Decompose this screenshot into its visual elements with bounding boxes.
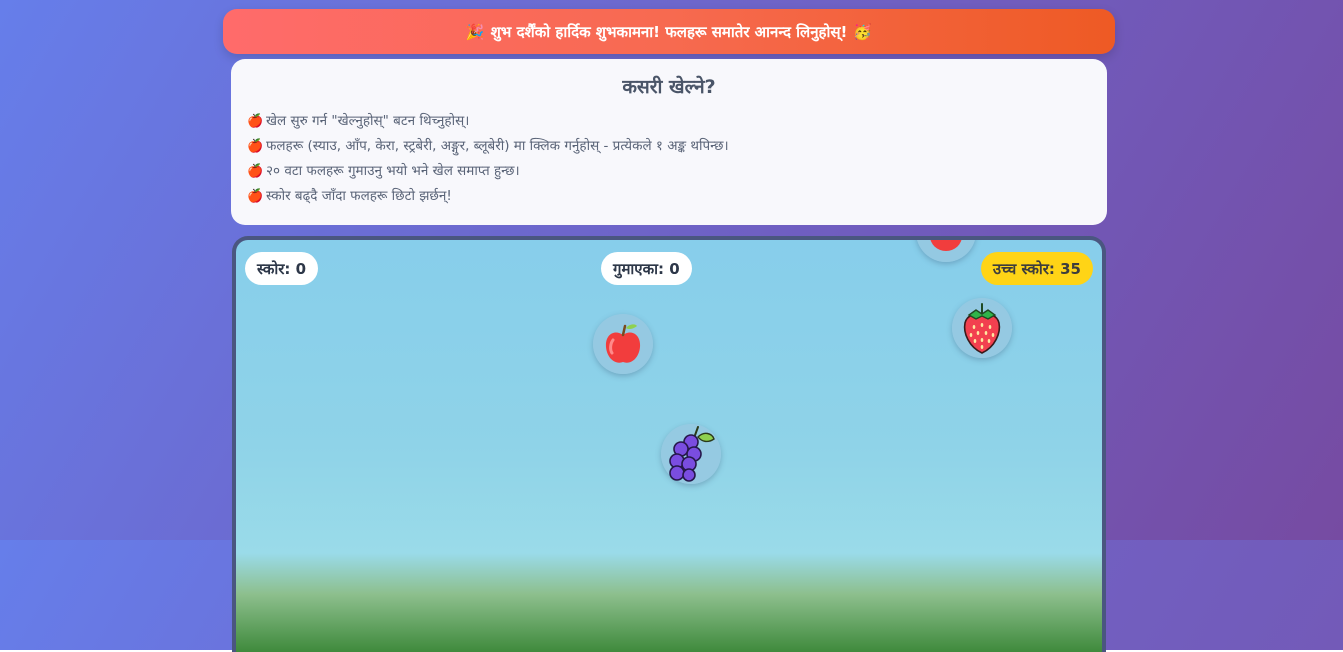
missed-display: गुमाएका: 0 xyxy=(601,252,692,285)
instruction-text: खेल सुरु गर्न "खेल्नुहोस्" बटन थिच्नुहोस… xyxy=(266,113,470,129)
instruction-item: 🍎 फलहरू (स्याउ, आँप, केरा, स्ट्रबेरी, अङ… xyxy=(247,134,1091,159)
falling-fruit[interactable] xyxy=(661,424,721,484)
apple-icon xyxy=(930,240,962,251)
game-area[interactable]: स्कोर: 0 गुमाएका: 0 उच्च स्कोर: 35 xyxy=(232,236,1106,652)
apple-bullet-icon: 🍎 xyxy=(247,164,264,179)
instructions-title: कसरी खेल्ने? xyxy=(622,76,716,98)
instructions-panel: कसरी खेल्ने? 🍎 खेल सुरु गर्न "खेल्नुहोस्… xyxy=(231,59,1107,225)
festival-banner: 🎉 शुभ दर्शैंको हार्दिक शुभकामना! फलहरू स… xyxy=(223,9,1115,54)
party-popper-icon: 🎉 xyxy=(465,22,485,41)
high-score-badge: उच्च स्कोर: 35 xyxy=(980,252,1093,285)
grapes-icon xyxy=(669,426,715,482)
falling-fruit[interactable] xyxy=(593,314,653,374)
apple-bullet-icon: 🍎 xyxy=(247,189,264,204)
instruction-text: २० वटा फलहरू गुमाउनु भयो भने खेल समाप्त … xyxy=(266,163,520,179)
falling-fruit[interactable] xyxy=(916,240,976,262)
banner-text: शुभ दर्शैंको हार्दिक शुभकामना! फलहरू समा… xyxy=(490,22,848,41)
strawberry-icon xyxy=(963,303,1001,354)
instruction-text: फलहरू (स्याउ, आँप, केरा, स्ट्रबेरी, अङ्ग… xyxy=(266,138,729,154)
score-display: स्कोर: 0 xyxy=(245,252,319,285)
instruction-item: 🍎 स्कोर बढ्दै जाँदा फलहरू छिटो झर्छन्! xyxy=(247,184,1091,209)
instruction-item: 🍎 २० वटा फलहरू गुमाउनु भयो भने खेल समाप्… xyxy=(247,159,1091,184)
instruction-item: 🍎 खेल सुरु गर्न "खेल्नुहोस्" बटन थिच्नुह… xyxy=(247,109,1091,134)
falling-fruit[interactable] xyxy=(952,298,1012,358)
apple-bullet-icon: 🍎 xyxy=(247,139,264,154)
instructions-list: 🍎 खेल सुरु गर्न "खेल्नुहोस्" बटन थिच्नुह… xyxy=(247,109,1091,209)
instruction-text: स्कोर बढ्दै जाँदा फलहरू छिटो झर्छन्! xyxy=(266,188,452,204)
apple-bullet-icon: 🍎 xyxy=(247,114,264,129)
apple-icon xyxy=(605,324,641,363)
party-face-icon: 🥳 xyxy=(853,22,873,41)
